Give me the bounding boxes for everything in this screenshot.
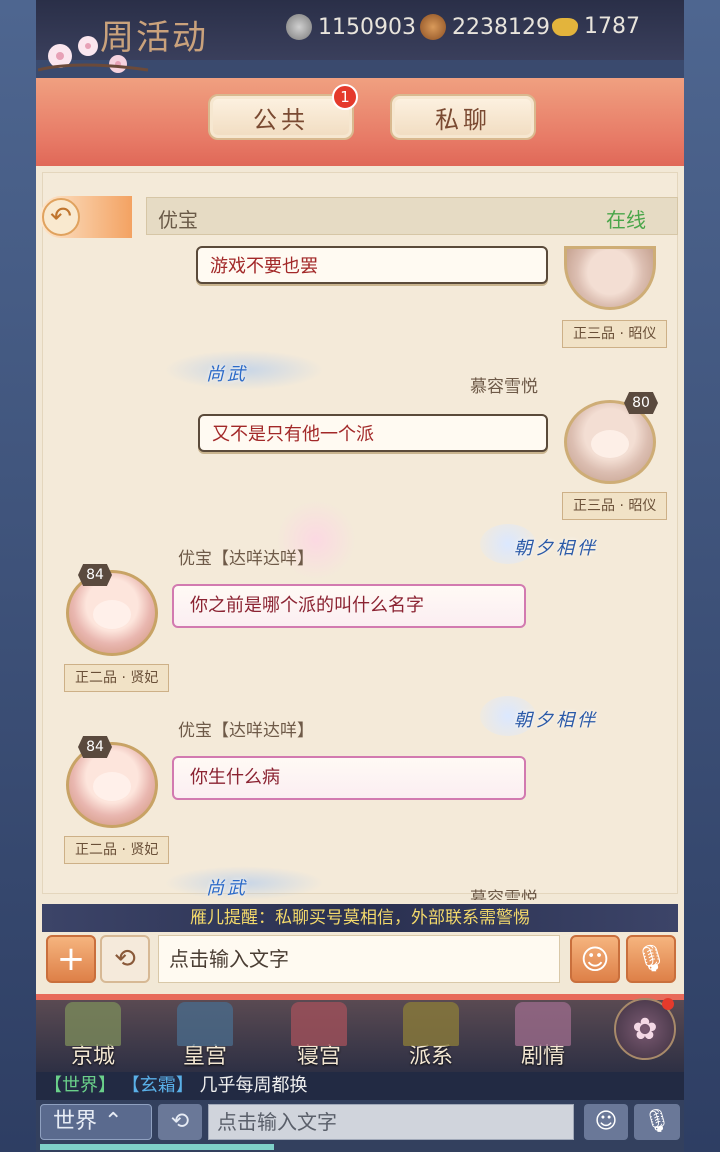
world-history-button[interactable]: ⟲ bbox=[158, 1104, 202, 1140]
capital-icon bbox=[65, 1002, 121, 1046]
gold-amount: 1787 bbox=[584, 14, 640, 39]
title-badge: 尚武 bbox=[206, 364, 248, 385]
nav-label: 皇宫 bbox=[182, 1044, 227, 1069]
title-badge: 朝夕相伴 bbox=[514, 538, 598, 559]
palace-icon bbox=[177, 1002, 233, 1046]
chat-header-bar bbox=[146, 197, 678, 235]
level-badge: 80 bbox=[624, 392, 658, 414]
flower-icon: ✿ bbox=[632, 1011, 658, 1047]
faction-icon bbox=[403, 1002, 459, 1046]
silver-coin-icon bbox=[286, 14, 312, 40]
rank-label: 正三品 · 昭仪 bbox=[562, 320, 668, 348]
nav-item-faction[interactable]: 派系 bbox=[386, 1002, 476, 1068]
ticker-channel: 【世界】 bbox=[44, 1075, 116, 1096]
ticker-sender: 【玄霜】 bbox=[121, 1075, 194, 1096]
voice-button[interactable]: 🎙 bbox=[626, 935, 676, 983]
emoji-button[interactable]: ☺ bbox=[570, 935, 620, 983]
unread-badge: 1 bbox=[332, 84, 358, 110]
safety-notice: 雁儿提醒：私聊买号莫相信，外部联系需警惕 bbox=[42, 904, 678, 932]
smiley-icon: ☺ bbox=[580, 942, 610, 976]
nav-item-palace[interactable]: 皇宫 bbox=[160, 1002, 250, 1068]
sender-name: 慕容雪悦 bbox=[470, 889, 538, 900]
message-bubble[interactable]: 你之前是哪个派的叫什么名字 bbox=[172, 584, 526, 628]
microphone-icon: 🎙 bbox=[634, 944, 668, 974]
event-title[interactable]: 周活动 bbox=[100, 10, 208, 59]
nav-item-capital[interactable]: 京城 bbox=[48, 1002, 138, 1068]
add-button[interactable]: + bbox=[46, 935, 96, 983]
title-badge: 朝夕相伴 bbox=[514, 710, 598, 731]
microphone-icon: 🎙 bbox=[643, 1109, 671, 1134]
tab-private[interactable]: 私聊 bbox=[390, 94, 536, 140]
background-right bbox=[684, 0, 720, 1152]
smiley-icon: ☺ bbox=[594, 1109, 618, 1134]
nav-label: 京城 bbox=[70, 1044, 115, 1069]
nav-item-story[interactable]: 剧情 bbox=[498, 1002, 588, 1068]
avatar[interactable] bbox=[66, 570, 158, 656]
nav-label: 剧情 bbox=[520, 1044, 565, 1069]
world-chat-ticker[interactable]: 【世界】 【玄霜】 几乎每周都换 bbox=[36, 1072, 684, 1100]
world-voice-button[interactable]: 🎙 bbox=[634, 1104, 680, 1140]
ticker-message: 几乎每周都换 bbox=[199, 1075, 308, 1096]
rank-label: 正三品 · 昭仪 bbox=[562, 492, 668, 520]
sender-name: 优宝【达咩达咩】 bbox=[178, 721, 314, 741]
nav-label: 派系 bbox=[408, 1044, 453, 1069]
plus-icon: + bbox=[56, 939, 86, 979]
chat-panel-header bbox=[36, 78, 684, 166]
copper-resource: 2238129 bbox=[420, 14, 550, 40]
channel-label: 世界 bbox=[53, 1109, 98, 1134]
silver-amount: 1150903 bbox=[318, 14, 416, 40]
world-chat-input[interactable]: 点击输入文字 bbox=[208, 1104, 574, 1140]
copper-amount: 2238129 bbox=[452, 14, 550, 40]
back-arrow-icon[interactable]: ↶ bbox=[42, 198, 80, 236]
avatar[interactable] bbox=[66, 742, 158, 828]
message-bubble[interactable]: 又不是只有他一个派 bbox=[198, 414, 548, 452]
gold-resource: 1787 bbox=[552, 14, 640, 39]
level-badge: 84 bbox=[78, 736, 112, 758]
title-badge: 尚武 bbox=[206, 878, 248, 899]
channel-select-button[interactable]: 世界 ⌃ bbox=[40, 1104, 152, 1140]
copper-coin-icon bbox=[420, 14, 446, 40]
bottom-progress-bar bbox=[40, 1144, 274, 1150]
nav-item-chamber[interactable]: 寝宫 bbox=[274, 1002, 364, 1068]
chat-partner-name: 优宝 bbox=[158, 208, 198, 232]
world-emoji-button[interactable]: ☺ bbox=[584, 1104, 628, 1140]
background-left bbox=[0, 0, 36, 1152]
notification-dot bbox=[662, 998, 674, 1010]
sender-name: 慕容雪悦 bbox=[470, 377, 538, 397]
level-badge: 84 bbox=[78, 564, 112, 586]
nav-label: 寝宫 bbox=[296, 1044, 341, 1069]
rank-label: 正二品 · 贤妃 bbox=[64, 664, 170, 692]
chevron-up-icon: ⌃ bbox=[104, 1109, 123, 1134]
history-icon: ⟲ bbox=[114, 944, 136, 974]
online-status: 在线 bbox=[606, 208, 646, 232]
message-bubble[interactable]: 你生什么病 bbox=[172, 756, 526, 800]
message-bubble[interactable]: 游戏不要也罢 bbox=[196, 246, 548, 284]
story-icon bbox=[515, 1002, 571, 1046]
gold-ingot-icon bbox=[552, 17, 578, 36]
chat-input[interactable]: 点击输入文字 bbox=[158, 935, 560, 983]
rank-label: 正二品 · 贤妃 bbox=[64, 836, 170, 864]
history-icon: ⟲ bbox=[170, 1109, 190, 1134]
history-button[interactable]: ⟲ bbox=[100, 935, 150, 983]
sender-name: 优宝【达咩达咩】 bbox=[178, 549, 314, 569]
chamber-icon bbox=[291, 1002, 347, 1046]
silver-resource: 1150903 bbox=[286, 14, 416, 40]
